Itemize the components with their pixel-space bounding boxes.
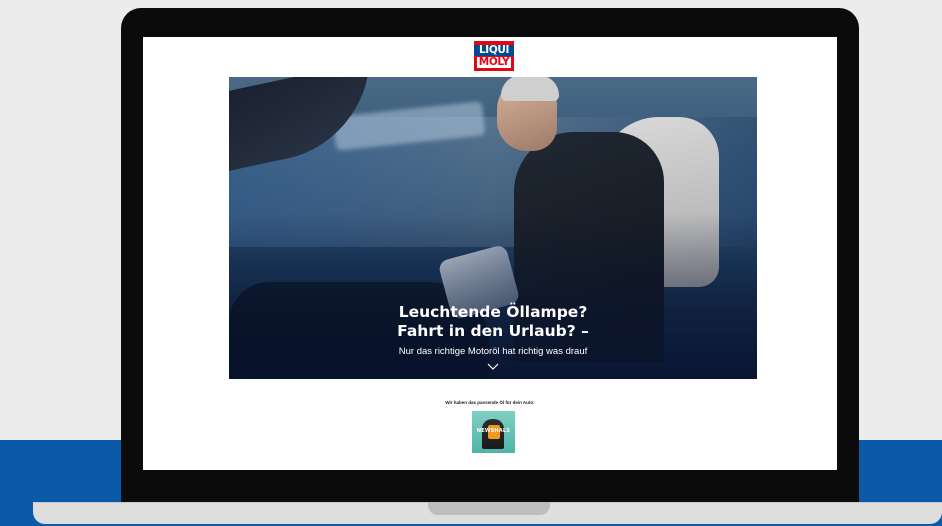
hero-text-block: Leuchtende Öllampe? Fahrt in den Urlaub?… [229, 303, 757, 371]
oil-finder-caption: Wir haben das passende Öl für dein Auto: [445, 400, 535, 405]
hero-banner: Leuchtende Öllampe? Fahrt in den Urlaub?… [229, 77, 757, 379]
laptop-notch [428, 502, 550, 515]
liqui-moly-logo[interactable]: LIQUI MOLY [474, 41, 514, 71]
logo-line-2: MOLY [477, 55, 511, 68]
laptop-screen: LIQUI MOLY Leuchtende Öllampe? Fahrt in … [143, 37, 837, 470]
hero-title-line-1: Leuchtende Öllampe? [398, 303, 588, 321]
chevron-down-icon[interactable] [487, 363, 499, 371]
hero-subtitle: Nur das richtige Motoröl hat richtig was… [398, 346, 588, 357]
thumbnail-text: NEWSHALS [476, 428, 511, 434]
oil-finder-thumbnail[interactable]: NEWSHALS [472, 411, 515, 453]
hero-title-line-2: Fahrt in den Urlaub? – [397, 322, 589, 340]
logo-line-1: LIQUI [474, 44, 514, 56]
